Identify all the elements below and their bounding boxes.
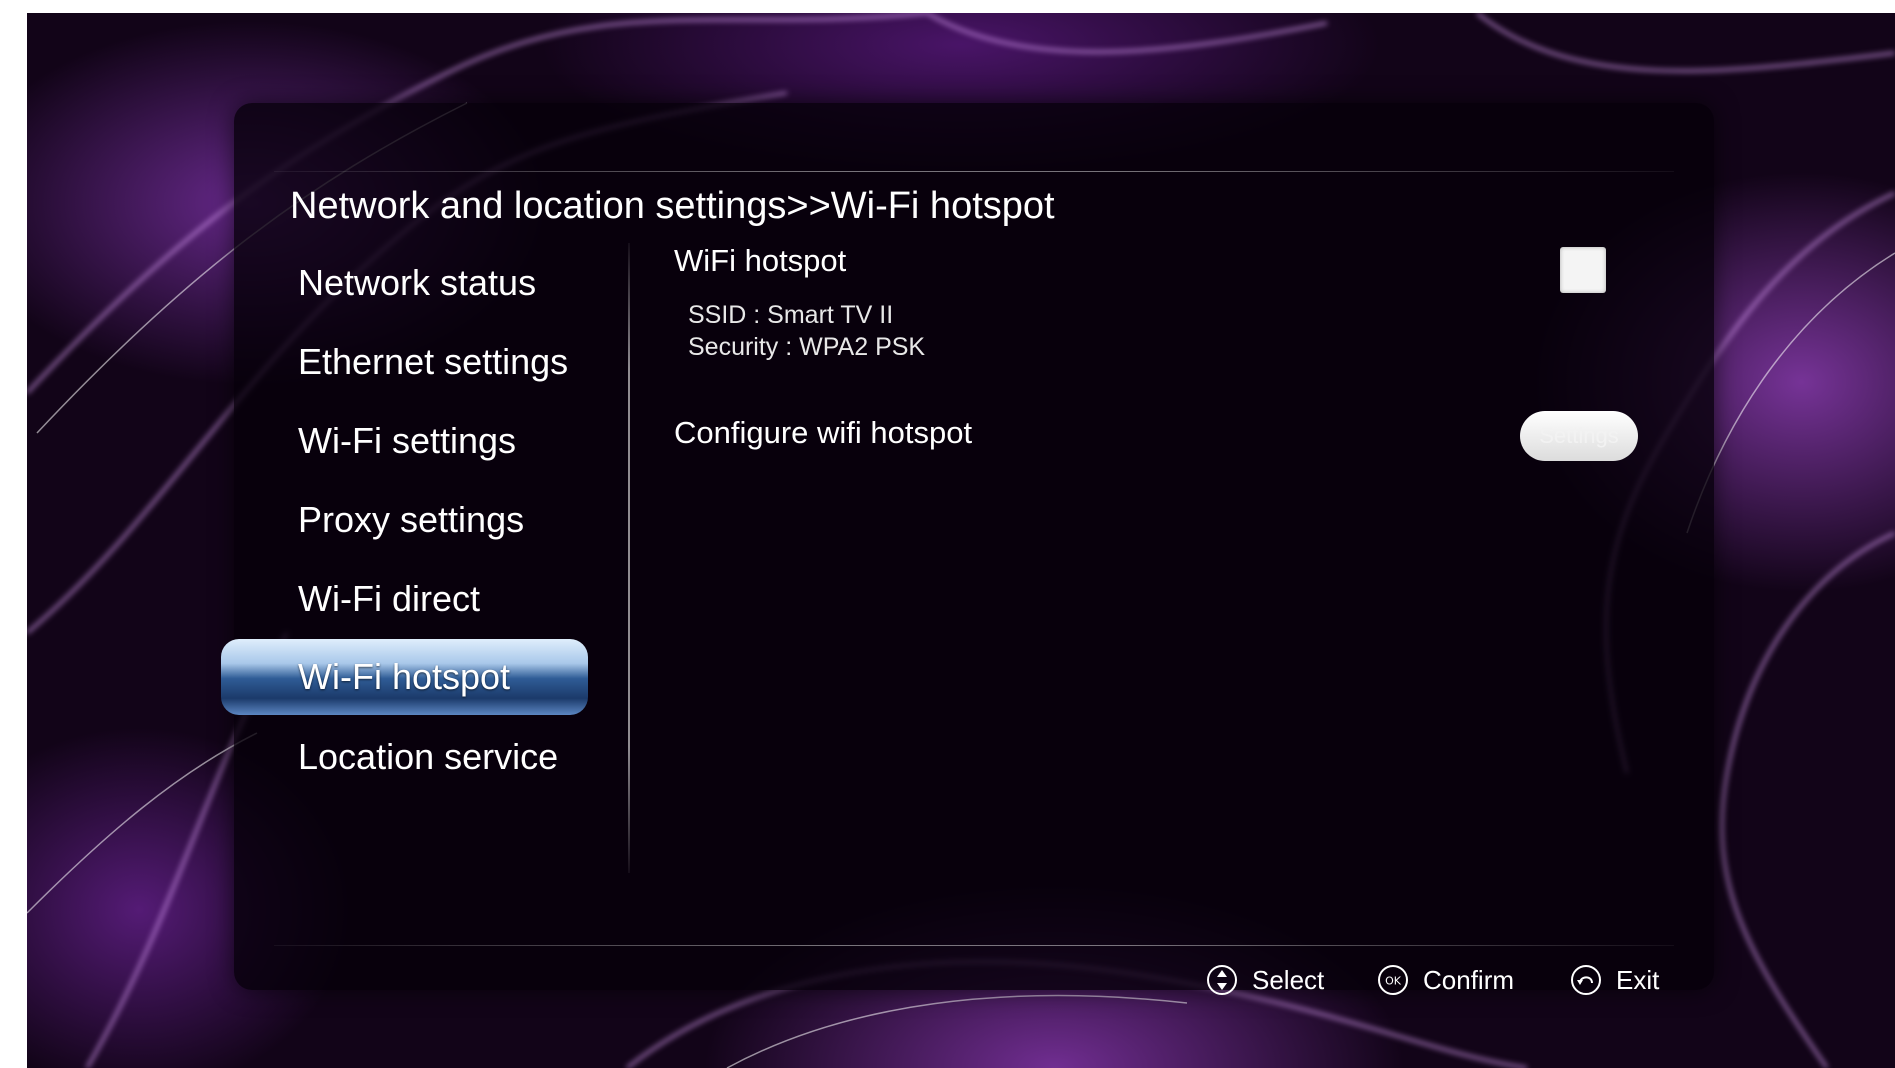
sidebar-item-wifi-hotspot[interactable]: Wi-Fi hotspot [221, 639, 588, 715]
settings-sidebar: Network status Ethernet settings Wi-Fi s… [221, 243, 604, 796]
hint-select-label: Select [1252, 965, 1325, 995]
sidebar-item-network-status[interactable]: Network status [234, 243, 604, 322]
footer-divider [274, 945, 1674, 946]
navigate-icon [1207, 965, 1237, 996]
sidebar-item-wifi-settings[interactable]: Wi-Fi settings [234, 401, 604, 480]
page-title: Network and location settings>>Wi-Fi hot… [290, 185, 1055, 227]
hint-select: Select [1206, 953, 1324, 1007]
wifi-hotspot-checkbox[interactable] [1560, 247, 1606, 293]
configure-hotspot-label: Configure wifi hotspot [674, 415, 973, 450]
ok-icon: OK [1378, 965, 1408, 996]
hint-exit: Exit [1570, 953, 1659, 1007]
ssid-info: SSID : Smart TV II [688, 301, 894, 329]
sidebar-item-ethernet-settings[interactable]: Ethernet settings [234, 322, 604, 401]
settings-panel: Network and location settings>>Wi-Fi hot… [221, 103, 1714, 996]
hint-confirm: OK Confirm [1377, 953, 1514, 1007]
sidebar-item-wifi-direct[interactable]: Wi-Fi direct [234, 559, 604, 638]
header-divider [274, 171, 1674, 172]
security-info: Security : WPA2 PSK [688, 333, 926, 361]
remote-hint-bar: Select OK Confirm Exit [234, 953, 1714, 1007]
hint-exit-label: Exit [1616, 965, 1660, 995]
sidebar-item-proxy-settings[interactable]: Proxy settings [234, 480, 604, 559]
back-icon [1571, 965, 1601, 996]
tv-screen: Network and location settings>>Wi-Fi hot… [27, 13, 1895, 1068]
hotspot-settings-button[interactable]: Settings [1520, 411, 1638, 461]
hint-confirm-label: Confirm [1423, 965, 1515, 995]
sidebar-item-location-service[interactable]: Location service [234, 717, 604, 796]
sidebar-divider [628, 243, 630, 873]
wifi-hotspot-label: WiFi hotspot [674, 243, 847, 278]
svg-text:OK: OK [1385, 975, 1402, 988]
